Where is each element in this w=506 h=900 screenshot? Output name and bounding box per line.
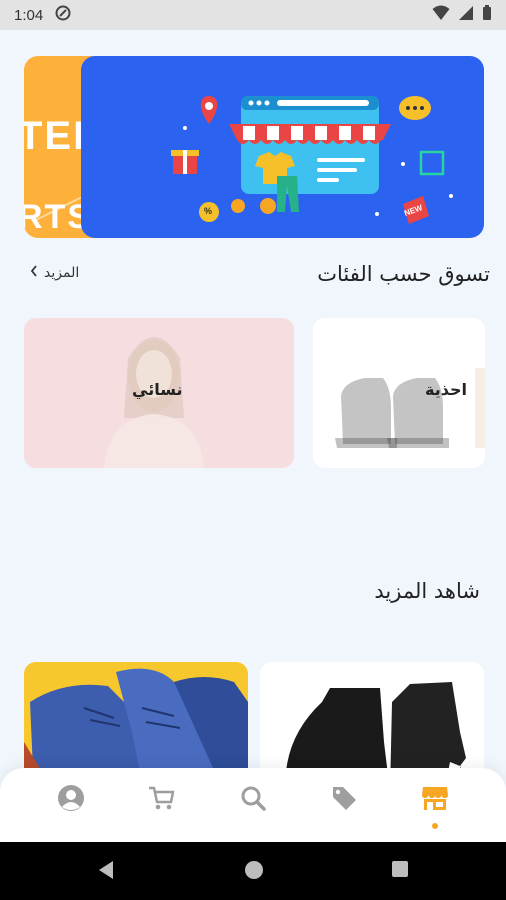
status-bar: 1:04: [0, 0, 506, 30]
recents-icon[interactable]: [391, 860, 409, 882]
tag-icon: [330, 784, 358, 816]
nav-search[interactable]: [235, 782, 271, 818]
see-more-section-title: شاهد المزيد: [374, 579, 480, 603]
battery-icon: [482, 5, 492, 25]
percent-badge: %: [204, 206, 213, 216]
back-icon[interactable]: [97, 860, 115, 884]
banner-slide-current[interactable]: NEW %: [81, 56, 484, 238]
search-icon: [239, 784, 267, 816]
cart-icon: [147, 784, 175, 816]
signal-icon: [458, 5, 474, 25]
category-label-shoes: احذية: [425, 380, 467, 399]
chevron-left-icon: [30, 265, 38, 281]
categories-section-title: تسوق حسب الفئات: [317, 262, 490, 286]
category-card-women[interactable]: نسائي: [24, 318, 294, 468]
nav-offers[interactable]: [326, 782, 362, 818]
categories-more-link[interactable]: المزيد: [30, 265, 79, 281]
home-icon[interactable]: [244, 860, 264, 884]
store-icon: [420, 783, 450, 817]
status-time: 1:04: [14, 6, 44, 24]
active-nav-indicator: [432, 823, 438, 829]
bottom-navigation: [0, 768, 506, 842]
category-label-women: نسائي: [132, 380, 183, 399]
nav-cart[interactable]: [143, 782, 179, 818]
nav-profile[interactable]: [53, 782, 89, 818]
category-card-shoes[interactable]: احذية: [313, 318, 485, 468]
system-navigation-bar: [0, 842, 506, 900]
profile-icon: [57, 784, 85, 816]
nav-store[interactable]: [417, 782, 453, 818]
notification-icon: [55, 5, 71, 25]
more-link-label: المزيد: [44, 265, 80, 281]
wifi-icon: [432, 5, 450, 25]
